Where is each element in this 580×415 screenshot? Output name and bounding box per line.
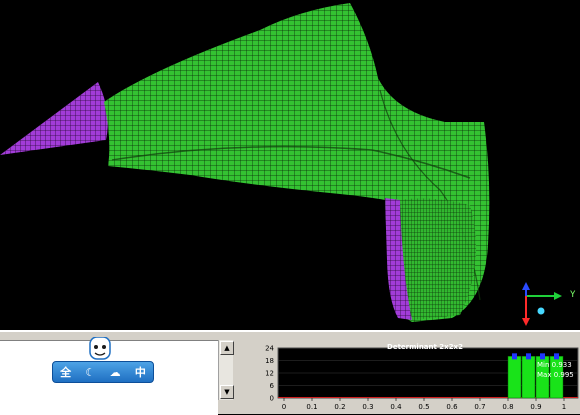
outlet-mesh-leg [400,198,477,320]
y-tick-label: 6 [270,382,275,390]
log-scrollbar[interactable]: ▲ ▼ [218,340,234,400]
bottom-panel: 全 ☾ ☁ 中 ▲ ▼ 0 6 12 18 24 0 0.1 0.2 0.3 0.4 0.5 0.6 0… [0,330,580,415]
inlet-mesh-region [0,82,108,155]
histogram-bar-marker [512,353,517,360]
ime-full-width-button[interactable]: 全 [60,364,71,380]
y-tick-label: 12 [265,370,274,378]
scroll-down-button[interactable]: ▼ [220,385,234,399]
x-tick-label: 0.5 [418,403,429,411]
scroll-up-button[interactable]: ▲ [220,341,234,355]
mascot-icon[interactable] [82,337,118,371]
histogram-bar [521,356,536,399]
message-log[interactable]: 全 ☾ ☁ 中 [0,337,218,415]
x-tick-label: 0.9 [530,403,541,411]
histogram-bar-marker [540,353,545,360]
axis-triad [522,282,562,326]
x-tick-label: 0.1 [306,403,317,411]
histogram-bar [507,356,522,399]
quality-histogram-panel: 0 6 12 18 24 0 0.1 0.2 0.3 0.4 0.5 0.6 0.7 0.8 0.9 1 De… [235,340,580,414]
ime-chinese-button[interactable]: 中 [135,364,146,380]
histogram-bar-marker [554,353,559,360]
x-tick-label: 0.6 [446,403,458,411]
quality-histogram[interactable]: 0 6 12 18 24 0 0.1 0.2 0.3 0.4 0.5 0.6 0.7 0.8 0.9 1 [235,340,580,414]
x-tick-label: 0.3 [362,403,373,411]
histogram-bar-marker [526,353,531,360]
y-tick-label: 24 [265,345,274,353]
axis-y-label: Y [570,290,576,300]
x-tick-label: 1 [562,403,566,411]
mesh-viewport[interactable]: Y [0,0,580,330]
x-tick-label: 0.7 [474,403,485,411]
x-tick-label: 0 [282,403,286,411]
y-tick-label: 0 [270,395,274,403]
histogram-min-label: Min 0.933 [537,361,572,369]
histogram-max-label: Max 0.995 [537,371,574,379]
histogram-title: Determinant 2x2x2 [387,343,463,351]
x-tick-label: 0.4 [390,403,402,411]
y-tick-label: 18 [265,357,274,365]
x-tick-label: 0.2 [334,403,345,411]
x-tick-label: 0.8 [502,403,513,411]
mesh-render [0,3,562,326]
